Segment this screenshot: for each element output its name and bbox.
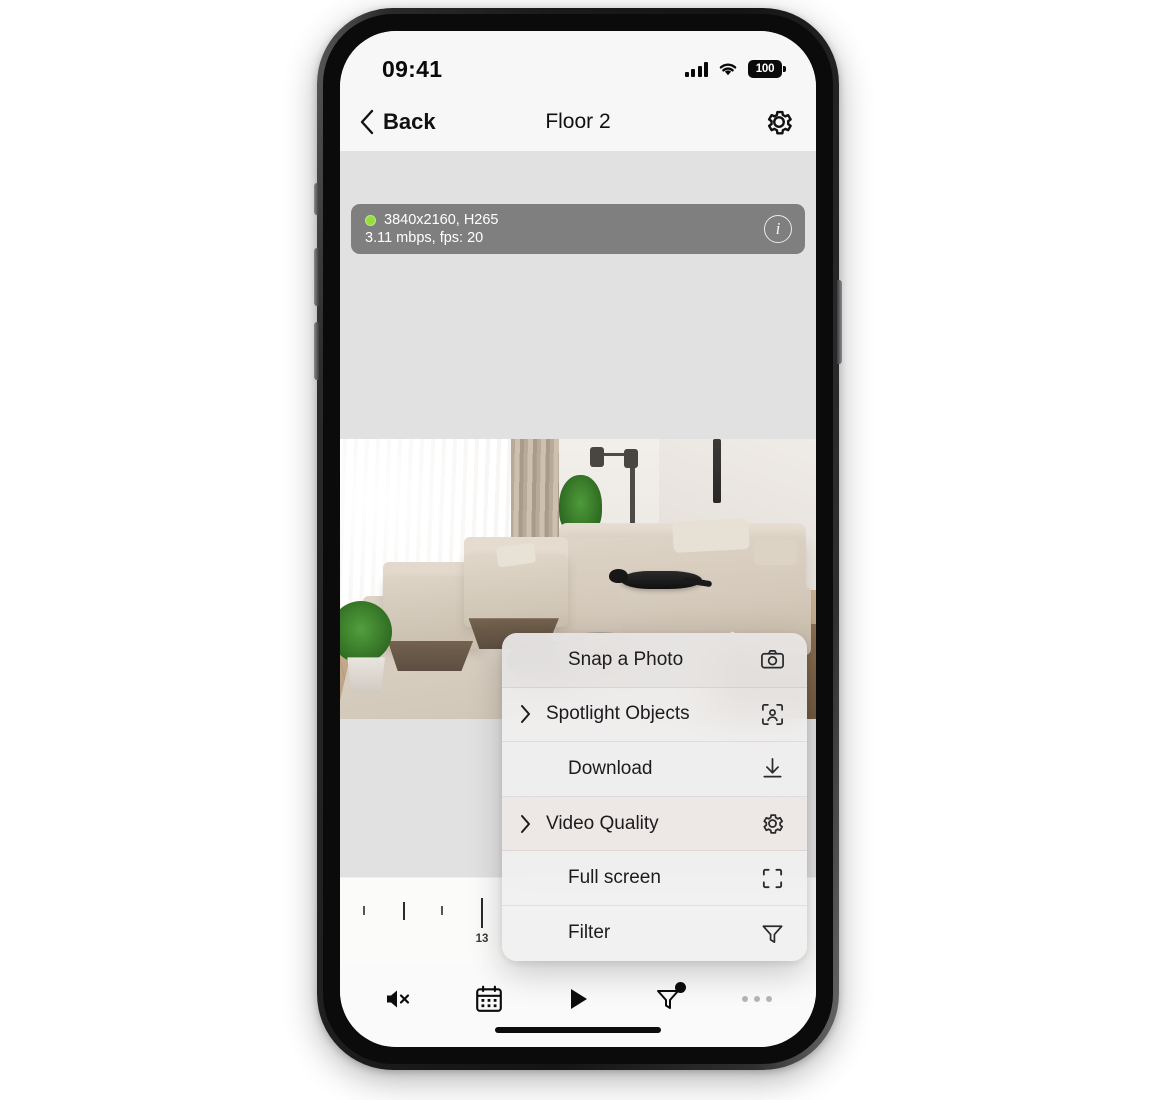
settings-button[interactable] (764, 107, 794, 137)
context-menu-item[interactable]: Filter (502, 906, 807, 961)
filter-icon (759, 921, 785, 946)
chevron-right-icon (518, 703, 540, 725)
cellular-signal-icon (684, 61, 708, 77)
stream-bitrate-fps: 3.11 mbps, fps: 20 (365, 230, 484, 246)
mute-button[interactable] (368, 977, 430, 1021)
gear-icon (764, 107, 794, 137)
gear-icon (759, 811, 785, 836)
filter-badge-dot (674, 982, 686, 993)
stream-resolution-codec: 3840x2160, H265 (384, 212, 499, 228)
speaker-mute-icon (383, 985, 415, 1013)
page-title: Floor 2 (545, 110, 611, 133)
filter-button[interactable] (637, 977, 699, 1021)
status-time: 09:41 (382, 55, 443, 82)
timeline-tick (441, 906, 443, 915)
home-indicator (495, 1027, 661, 1033)
stream-status-dot (365, 214, 376, 226)
battery-level: 100 (755, 63, 775, 75)
timeline-tick (481, 898, 483, 928)
context-menu[interactable]: Snap a Photo Spotlight Objects Download Vid… (502, 633, 807, 961)
screenshot-stage: 09:41 100 Back Floor 2 3840x2160, H265 3… (0, 0, 1156, 1100)
calendar-button[interactable] (458, 977, 520, 1021)
timeline-tick (363, 906, 365, 915)
stream-info-text: 3840x2160, H265 3.11 mbps, fps: 20 (365, 211, 499, 247)
info-circle-icon[interactable]: i (764, 215, 792, 243)
fullscreen-icon (759, 866, 785, 891)
volume-up-button[interactable] (314, 248, 319, 306)
power-button[interactable] (837, 280, 842, 364)
download-icon (759, 756, 785, 781)
play-button[interactable] (547, 977, 609, 1021)
status-indicators: 100 (684, 60, 786, 78)
context-menu-item[interactable]: Snap a Photo (502, 633, 807, 688)
more-button[interactable] (726, 977, 788, 1021)
context-menu-item[interactable]: Full screen (502, 851, 807, 906)
calendar-icon (474, 984, 504, 1014)
camera-icon (759, 647, 785, 672)
volume-down-button[interactable] (314, 322, 319, 380)
context-menu-item-label: Snap a Photo (568, 648, 684, 670)
stream-info-chip: 3840x2160, H265 3.11 mbps, fps: 20 i (351, 204, 805, 254)
timeline-tick (403, 902, 405, 920)
wifi-icon (717, 61, 739, 77)
play-icon (564, 985, 592, 1013)
battery-icon: 100 (748, 60, 786, 78)
context-menu-item-label: Spotlight Objects (546, 703, 690, 725)
context-menu-item-label: Download (568, 757, 653, 779)
nav-bar: Back Floor 2 (340, 93, 816, 151)
phone-screen: 09:41 100 Back Floor 2 3840x2160, H265 3… (340, 31, 816, 1047)
status-bar: 09:41 100 (340, 31, 816, 93)
context-menu-item[interactable]: Download (502, 742, 807, 797)
context-menu-item-label: Full screen (568, 867, 661, 889)
context-menu-item[interactable]: Spotlight Objects (502, 688, 807, 743)
silent-switch[interactable] (314, 183, 319, 215)
context-menu-item-label: Video Quality (546, 812, 659, 834)
context-menu-item[interactable]: Video Quality (502, 796, 807, 852)
spotlight-icon (759, 702, 785, 727)
chevron-right-icon (518, 813, 540, 835)
bottom-toolbar (340, 963, 816, 1047)
context-menu-item-label: Filter (568, 922, 611, 944)
timeline-hour-label: 13 (475, 933, 489, 945)
more-horizontal-icon (742, 996, 772, 1002)
